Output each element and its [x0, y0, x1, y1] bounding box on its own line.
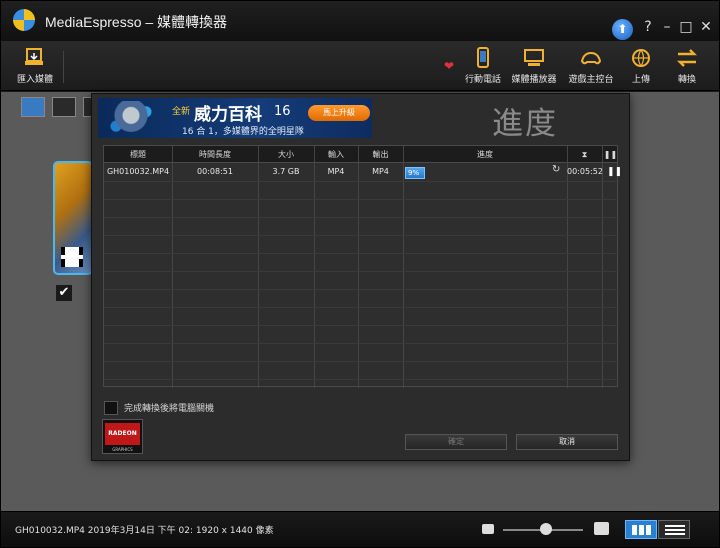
status-bar: GH010032.MP4 2019年3月14日 下午 02: 1920 x 14…	[1, 511, 719, 547]
import-media-button[interactable]: 匯入媒體	[5, 47, 65, 85]
pause-all-button[interactable]: ❚❚	[602, 146, 619, 163]
minimize-button[interactable]: –	[658, 18, 676, 36]
help-button[interactable]: ?	[639, 18, 657, 36]
title-bar: MediaEspresso – 媒體轉換器 ⬆ ? – □ ✕	[1, 1, 719, 41]
column-divider	[258, 146, 259, 388]
upload-globe-icon	[632, 49, 650, 68]
promo-new-label: 全新	[172, 107, 191, 117]
row-divider	[104, 343, 619, 344]
cancel-button[interactable]: 取消	[516, 434, 618, 450]
toolbar-item-label: 轉換	[677, 75, 696, 85]
column-divider	[314, 146, 315, 388]
row-divider	[104, 379, 619, 380]
dialog-title: 進度	[492, 106, 558, 142]
promo-person-image	[106, 101, 156, 137]
row-divider	[104, 235, 619, 236]
toolbar-divider	[63, 51, 64, 83]
progress-dialog: 全新 威力百科 16 16 合 1，多媒體界的全明星隊 馬上升級 進度 標題 時…	[91, 93, 630, 461]
column-divider	[602, 146, 603, 388]
video-file-icon	[61, 247, 83, 267]
column-divider	[403, 146, 404, 388]
upgrade-icon[interactable]: ⬆	[612, 19, 633, 40]
column-output: 輸出	[372, 150, 389, 159]
toolbar-item-label: 遊戲主控台	[568, 75, 614, 85]
cell-input: MP4	[327, 167, 345, 176]
media-select-checkbox[interactable]: ✔	[56, 285, 72, 301]
table-header: 標題 時間長度 大小 輸入 輸出 進度 ⧗ ❚❚	[104, 146, 617, 163]
app-logo-icon	[13, 9, 35, 31]
promo-upgrade-button[interactable]: 馬上升級	[308, 105, 370, 121]
column-hourglass-icon: ⧗	[581, 150, 588, 159]
film-view-button[interactable]	[52, 97, 77, 117]
list-icon	[665, 525, 685, 535]
row-divider	[104, 289, 619, 290]
row-divider	[104, 253, 619, 254]
row-divider	[104, 307, 619, 308]
cell-size: 3.7 GB	[272, 167, 300, 176]
conversion-table: 標題 時間長度 大小 輸入 輸出 進度 ⧗ ❚❚ GH010032.MP4 00…	[103, 145, 622, 388]
status-text: GH010032.MP4 2019年3月14日 下午 02: 1920 x 14…	[15, 526, 274, 536]
zoom-out-icon[interactable]	[482, 524, 494, 534]
list-view-button[interactable]	[658, 520, 690, 539]
cell-remaining-time: 00:05:52	[567, 167, 603, 176]
close-button[interactable]: ✕	[697, 18, 715, 36]
toolbar-item-label: 行動電話	[464, 75, 501, 85]
shutdown-label: 完成轉換後將電腦關機	[124, 404, 215, 414]
promo-number: 16	[274, 104, 291, 119]
media-view-button[interactable]	[21, 97, 45, 117]
column-divider	[172, 146, 173, 388]
phone-icon	[477, 47, 489, 68]
row-divider	[104, 181, 619, 182]
column-title: 標題	[130, 150, 146, 159]
maximize-button[interactable]: □	[677, 18, 695, 36]
convert-icon	[676, 49, 698, 67]
zoom-slider-thumb[interactable]	[540, 523, 552, 535]
app-title: MediaEspresso – 媒體轉換器	[45, 14, 228, 30]
column-divider	[358, 146, 359, 388]
radeon-logo-sub: GRAPHICS	[112, 447, 133, 452]
column-duration: 時間長度	[199, 150, 231, 159]
row-divider	[104, 217, 619, 218]
toolbar-item-label: 媒體播放器	[511, 75, 557, 85]
radeon-logo: RADEON GRAPHICS	[102, 419, 143, 454]
column-divider	[567, 146, 568, 388]
refresh-icon[interactable]: ↻	[552, 164, 560, 175]
cell-output: MP4	[372, 167, 389, 176]
row-divider	[104, 199, 619, 200]
shutdown-checkbox[interactable]	[104, 401, 118, 415]
progress-bar: 9%	[405, 167, 555, 179]
column-size: 大小	[278, 150, 294, 159]
promo-title: 威力百科	[194, 105, 262, 125]
media-thumbnail[interactable]	[53, 161, 93, 275]
media-player-icon	[524, 49, 544, 66]
promo-subtitle: 16 合 1，多媒體界的全明星隊	[182, 127, 304, 137]
radeon-logo-text: RADEON	[105, 423, 140, 445]
row-divider	[104, 361, 619, 362]
column-input: 輸入	[328, 150, 344, 159]
promo-banner[interactable]: 全新 威力百科 16 16 合 1，多媒體界的全明星隊 馬上升級	[98, 98, 372, 138]
cell-duration: 00:08:51	[197, 167, 233, 176]
grid-view-button[interactable]	[625, 520, 657, 539]
pause-icon[interactable]: ❚❚	[607, 167, 622, 177]
row-divider	[104, 325, 619, 326]
toolbar: 匯入媒體 行動電話 媒體播放器 遊戲主控台 上傳 轉換	[1, 41, 719, 91]
import-media-label: 匯入媒體	[16, 75, 53, 85]
import-media-icon	[25, 48, 43, 65]
row-divider	[104, 271, 619, 272]
heart-icon[interactable]: ❤	[444, 59, 454, 73]
toolbar-item-label: 上傳	[631, 75, 650, 85]
ok-button[interactable]: 確定	[405, 434, 507, 450]
grid-icon	[632, 525, 652, 535]
toolbar-item-media-player[interactable]: 媒體播放器	[504, 47, 564, 85]
app-window: MediaEspresso – 媒體轉換器 ⬆ ? – □ ✕ 匯入媒體 行動電…	[0, 0, 720, 548]
game-console-icon	[580, 51, 602, 65]
toolbar-item-convert[interactable]: 轉換	[657, 47, 717, 85]
cell-title: GH010032.MP4	[106, 167, 170, 176]
column-progress: 進度	[477, 150, 493, 159]
progress-fill: 9%	[405, 167, 425, 179]
zoom-in-icon[interactable]	[594, 522, 609, 535]
